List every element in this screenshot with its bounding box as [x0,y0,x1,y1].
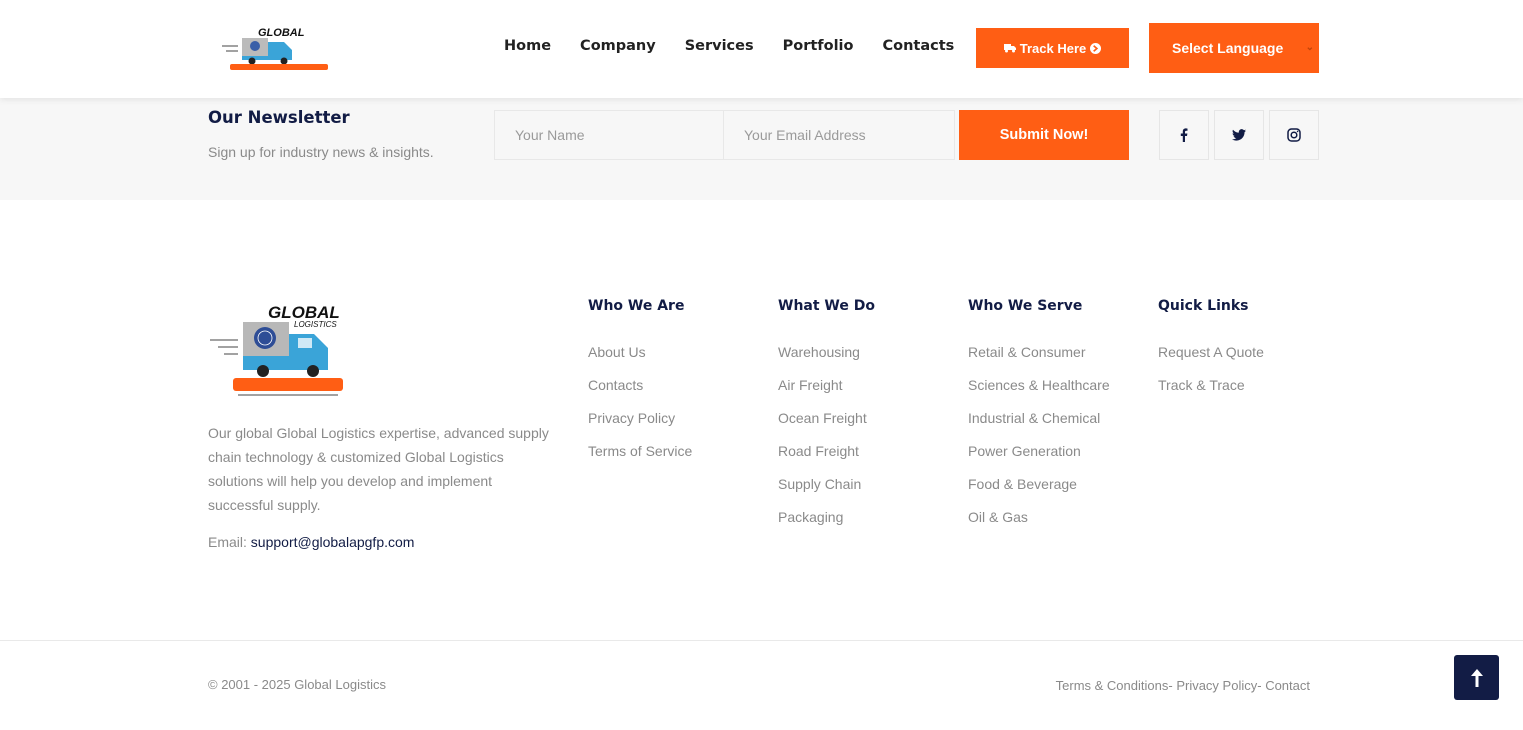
footer-column-what-we-do: What We Do Warehousing Air Freight Ocean… [778,298,875,542]
copyright-text: © 2001 - 2025 Global Logistics [208,677,386,692]
name-input[interactable] [494,110,724,160]
footer-link[interactable]: Privacy Policy [588,410,692,443]
footer-link[interactable]: Road Freight [778,443,875,476]
language-select-label: Select Language [1172,40,1284,56]
privacy-link[interactable]: Privacy Policy [1176,678,1257,693]
footer-link[interactable]: Contacts [588,377,692,410]
column-title: Who We Are [588,298,685,314]
footer-link[interactable]: Request A Quote [1158,344,1264,377]
submit-button[interactable]: Submit Now! [959,110,1129,160]
footer-link[interactable]: Sciences & Healthcare [968,377,1110,410]
language-select[interactable]: Select Language ⌄ [1149,23,1319,73]
footer-link[interactable]: Supply Chain [778,476,875,509]
footer-link[interactable]: Air Freight [778,377,875,410]
facebook-button[interactable] [1159,110,1209,160]
truck-icon [1003,44,1016,53]
footer-link[interactable]: Track & Trace [1158,377,1264,410]
arrow-circle-right-icon [1090,42,1102,54]
arrow-up-icon [1470,668,1483,687]
nav-services[interactable]: Services [685,38,754,54]
twitter-button[interactable] [1214,110,1264,160]
twitter-icon [1232,129,1246,141]
footer-column-who-we-serve: Who We Serve Retail & Consumer Sciences … [968,298,1110,542]
footer-link[interactable]: Retail & Consumer [968,344,1110,377]
facebook-icon [1180,128,1188,142]
footer-column-who-we-are: Who We Are About Us Contacts Privacy Pol… [588,298,692,476]
footer-logo-icon: GLOBAL LOGISTICS [210,303,343,396]
instagram-button[interactable] [1269,110,1319,160]
terms-link[interactable]: Terms & Conditions [1056,678,1169,693]
footer-link[interactable]: Ocean Freight [778,410,875,443]
newsletter-subtitle: Sign up for industry news & insights. [208,144,434,160]
scroll-to-top-button[interactable] [1454,655,1499,700]
newsletter-title: Our Newsletter [208,108,350,127]
footer-email-line: Email: support@globalapgfp.com [208,534,414,550]
bottom-links: Terms & Conditions- Privacy Policy- Cont… [1055,678,1310,693]
footer-link[interactable]: Food & Beverage [968,476,1110,509]
nav-company[interactable]: Company [580,38,656,54]
email-input[interactable] [723,110,955,160]
column-title: What We Do [778,298,875,314]
footer-link[interactable]: About Us [588,344,692,377]
column-title: Who We Serve [968,298,1083,314]
footer-link[interactable]: Oil & Gas [968,509,1110,542]
footer-link[interactable]: Terms of Service [588,443,692,476]
main-nav: Home Company Services Portfolio Contacts [504,38,983,54]
track-here-button[interactable]: Track Here [976,28,1129,68]
column-title: Quick Links [1158,298,1249,314]
nav-contacts[interactable]: Contacts [882,38,954,54]
footer-column-quick-links: Quick Links Request A Quote Track & Trac… [1158,298,1264,410]
instagram-icon [1287,128,1301,142]
nav-portfolio[interactable]: Portfolio [783,38,854,54]
chevron-down-icon: ⌄ [1305,42,1314,53]
svg-text:GLOBAL: GLOBAL [258,27,305,39]
footer-divider [0,640,1523,641]
footer-link[interactable]: Industrial & Chemical [968,410,1110,443]
footer-link[interactable]: Warehousing [778,344,875,377]
newsletter-section: Our Newsletter Sign up for industry news… [0,98,1523,200]
svg-text:LOGISTICS: LOGISTICS [294,320,337,329]
email-label: Email: [208,534,247,550]
site-header: GLOBAL Home Company Services Portfolio C… [0,0,1523,98]
logo-icon[interactable]: GLOBAL [220,24,330,72]
nav-home[interactable]: Home [504,38,551,54]
footer-about-text: Our global Global Logistics expertise, a… [208,425,549,513]
footer-link[interactable]: Power Generation [968,443,1110,476]
email-link[interactable]: support@globalapgfp.com [251,534,415,550]
contact-link[interactable]: Contact [1265,678,1310,693]
track-here-label: Track Here [1019,40,1087,56]
footer-link[interactable]: Packaging [778,509,875,542]
